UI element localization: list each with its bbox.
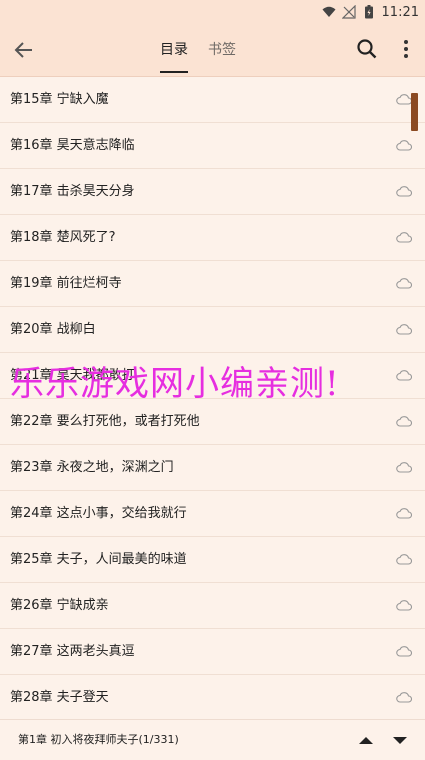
cloud-icon <box>396 692 412 703</box>
cloud-icon <box>396 232 412 243</box>
wifi-icon <box>322 6 336 17</box>
chapter-row[interactable]: 第28章 夫子登天 <box>0 675 425 718</box>
cloud-icon <box>396 140 412 151</box>
cloud-icon <box>396 646 412 657</box>
chapter-title: 第15章 宁缺入魔 <box>10 92 109 107</box>
toolbar: 目录 书签 <box>0 24 425 77</box>
clock: 11:21 <box>381 4 419 20</box>
chapter-title: 第16章 昊天意志降临 <box>10 138 135 153</box>
cloud-icon <box>396 600 412 611</box>
chapter-title: 第26章 宁缺成亲 <box>10 598 109 613</box>
chapter-title: 第25章 夫子，人间最美的味道 <box>10 552 187 567</box>
cloud-icon <box>396 186 412 197</box>
cloud-icon <box>396 554 412 565</box>
chapter-row[interactable]: 第26章 宁缺成亲 <box>0 583 425 629</box>
status-icons: 11:21 <box>322 3 419 21</box>
search-icon[interactable] <box>355 37 379 61</box>
chapter-title: 第20章 战柳白 <box>10 322 96 337</box>
current-chapter-info: 第1章 初入将夜拜师夫子(1/331) <box>18 733 179 746</box>
cloud-icon <box>396 324 412 335</box>
chapter-row[interactable]: 第20章 战柳白 <box>0 307 425 353</box>
cloud-icon <box>396 462 412 473</box>
watermark: 乐乐游戏网小编亲测! <box>10 364 340 404</box>
scrollbar-thumb[interactable] <box>411 93 418 131</box>
chapter-row[interactable]: 第16章 昊天意志降临 <box>0 123 425 169</box>
no-signal-icon <box>341 5 356 19</box>
cloud-icon <box>396 370 412 381</box>
battery-icon <box>364 5 373 19</box>
chapter-title: 第27章 这两老头真逗 <box>10 644 135 659</box>
scroll-up-triangle-icon[interactable] <box>358 734 374 746</box>
chapter-row[interactable]: 第15章 宁缺入魔 <box>0 77 425 123</box>
more-options-icon[interactable] <box>396 37 416 61</box>
tab-bar: 目录 书签 <box>150 24 246 76</box>
chapter-title: 第28章 夫子登天 <box>10 690 109 705</box>
cloud-icon <box>396 278 412 289</box>
chapter-row[interactable]: 第23章 永夜之地，深渊之门 <box>0 445 425 491</box>
back-arrow-icon[interactable] <box>12 38 36 62</box>
chapter-title: 第19章 前往烂柯寺 <box>10 276 122 291</box>
scroll-down-triangle-icon[interactable] <box>392 734 408 746</box>
chapter-title: 第24章 这点小事，交给我就行 <box>10 506 187 521</box>
chapter-title: 第17章 击杀昊天分身 <box>10 184 135 199</box>
chapter-row[interactable]: 第19章 前往烂柯寺 <box>0 261 425 307</box>
chapter-row[interactable]: 第25章 夫子，人间最美的味道 <box>0 537 425 583</box>
cloud-icon <box>396 508 412 519</box>
tab-contents[interactable]: 目录 <box>150 24 198 76</box>
cloud-icon <box>396 416 412 427</box>
chapter-row[interactable]: 第24章 这点小事，交给我就行 <box>0 491 425 537</box>
chapter-row[interactable]: 第17章 击杀昊天分身 <box>0 169 425 215</box>
chapter-row[interactable]: 第18章 楚风死了? <box>0 215 425 261</box>
chapter-title: 第22章 要么打死他，或者打死他 <box>10 414 200 429</box>
chapter-title: 第23章 永夜之地，深渊之门 <box>10 460 174 475</box>
chapter-row[interactable]: 第22章 要么打死他，或者打死他 <box>0 399 425 445</box>
status-bar: 11:21 <box>0 0 425 24</box>
chapter-row[interactable]: 第27章 这两老头真逗 <box>0 629 425 675</box>
cloud-icon <box>396 94 412 105</box>
footer-bar: 第1章 初入将夜拜师夫子(1/331) <box>0 719 425 760</box>
tab-bookmarks[interactable]: 书签 <box>198 24 246 76</box>
chapter-title: 第18章 楚风死了? <box>10 230 116 245</box>
